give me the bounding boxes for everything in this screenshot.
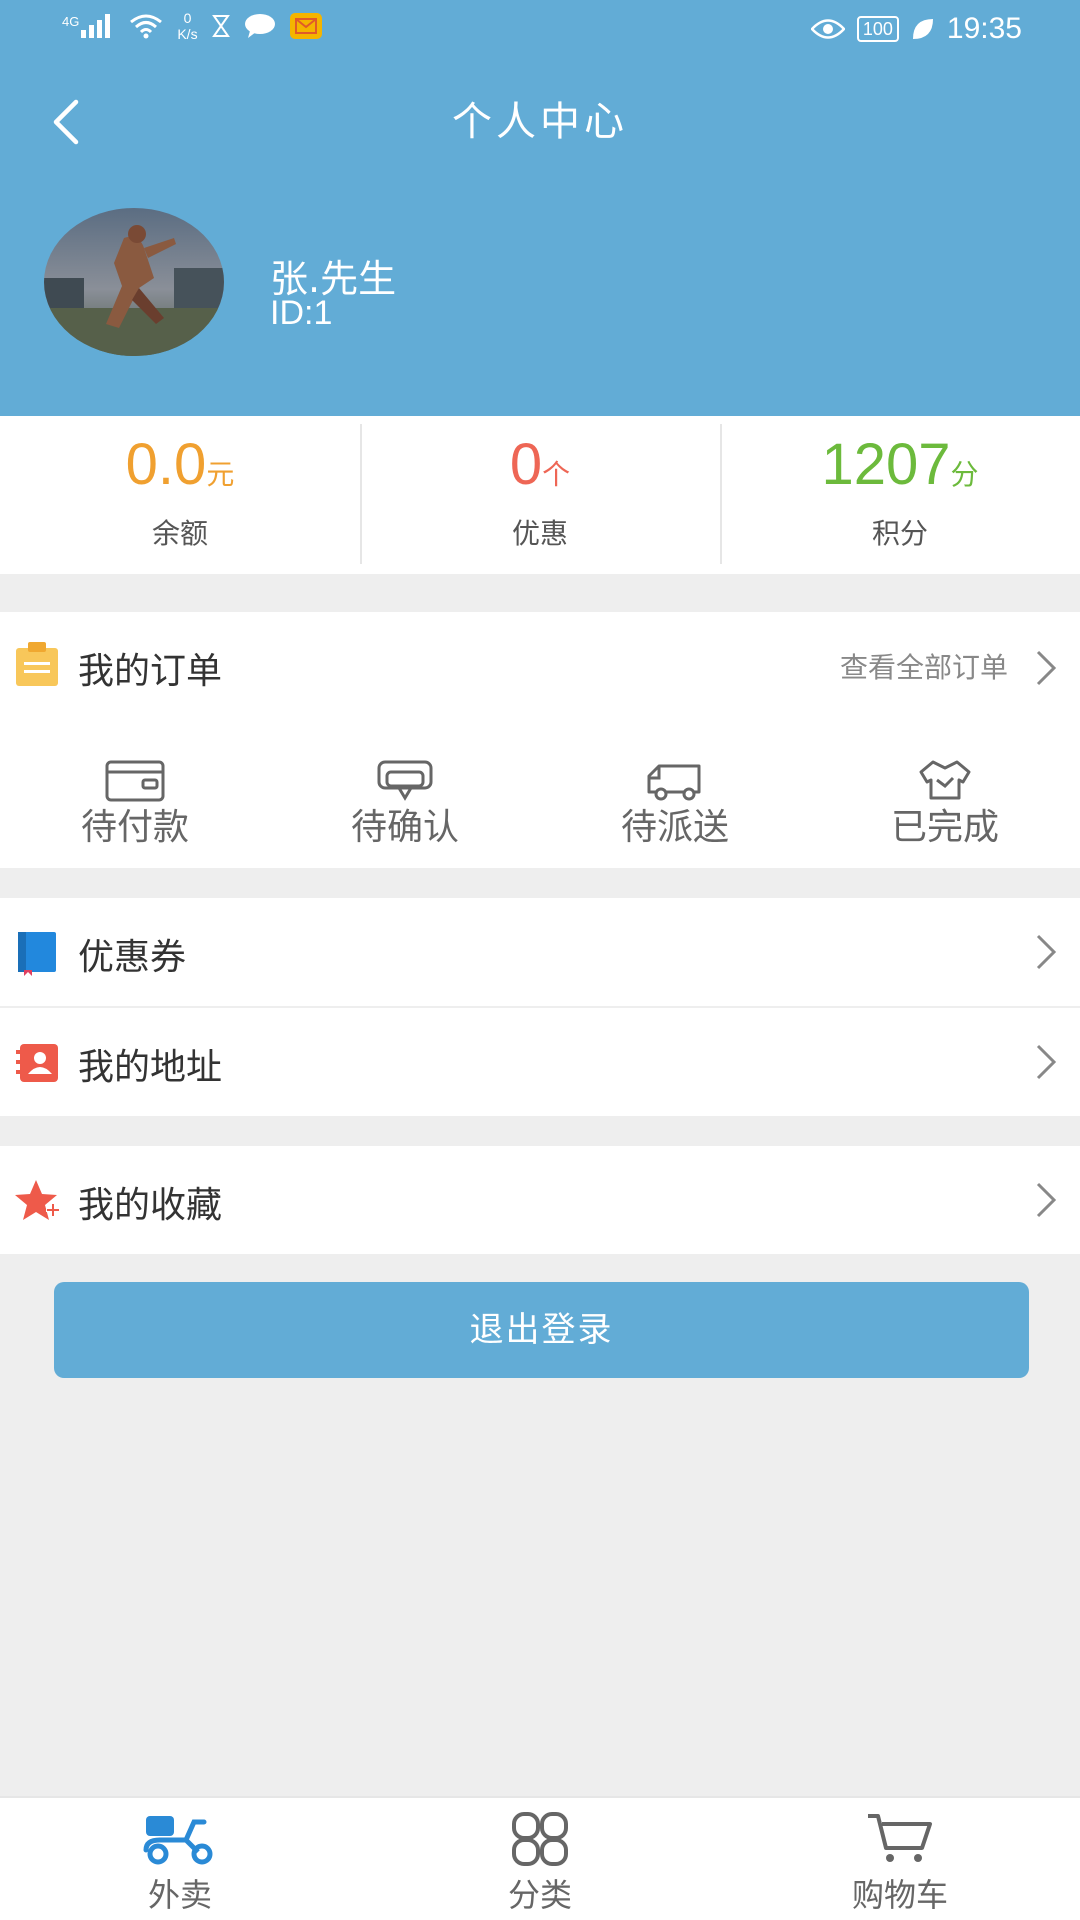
clipboard-icon bbox=[16, 642, 58, 686]
net-speed: 0 K/s bbox=[177, 10, 198, 42]
tab-label: 购物车 bbox=[851, 1876, 948, 1914]
my-orders-title: 我的订单 bbox=[78, 651, 223, 692]
battery-indicator: 100 bbox=[856, 16, 899, 42]
bottom-tab-bar: 外卖 分类 购物车 bbox=[0, 1796, 1080, 1920]
view-all-orders-link[interactable]: 查看全部订单 bbox=[840, 646, 1008, 686]
favorite-star-icon bbox=[15, 1180, 60, 1220]
favorites-title: 我的收藏 bbox=[78, 1185, 223, 1226]
avatar[interactable] bbox=[44, 208, 224, 356]
status-left: 4G 0 K/s bbox=[62, 10, 322, 42]
clock: 19:35 bbox=[946, 12, 1022, 45]
user-id: ID:1 bbox=[270, 294, 333, 332]
wifi-icon bbox=[130, 14, 163, 39]
order-tab-pending-delivery[interactable]: 待派送 bbox=[540, 758, 810, 850]
status-bar: 4G 0 K/s 100 19:35 bbox=[0, 0, 1080, 62]
eye-icon bbox=[810, 19, 845, 39]
points-value: 1207 bbox=[821, 432, 951, 497]
wallet-icon bbox=[105, 760, 165, 802]
order-status-tabs: 待付款 待确认 待派送 已完成 bbox=[0, 758, 1080, 850]
cart-icon bbox=[868, 1814, 932, 1862]
chevron-right-icon bbox=[1036, 934, 1057, 970]
coupons-title: 优惠券 bbox=[78, 937, 187, 978]
account-stats: 0.0元 余额 0个 优惠 1207分 积分 bbox=[0, 416, 1080, 574]
chevron-right-icon bbox=[1036, 1044, 1057, 1080]
order-tab-label: 待确认 bbox=[350, 807, 459, 848]
profile-header: 个人中心 张.先生 ID:1 bbox=[0, 62, 1080, 416]
coupon-count-label: 优惠 bbox=[511, 517, 568, 550]
signal-icon: 4G bbox=[62, 14, 115, 38]
my-orders-section: 我的订单 查看全部订单 待付款 待确认 待派送 已完成 bbox=[0, 612, 1080, 868]
stat-balance[interactable]: 0.0元 余额 bbox=[0, 416, 360, 574]
confirm-chat-icon bbox=[377, 760, 433, 801]
coupon-book-icon bbox=[18, 932, 56, 976]
order-tab-label: 已完成 bbox=[890, 807, 999, 848]
balance-unit: 元 bbox=[206, 459, 235, 490]
page-title: 个人中心 bbox=[452, 99, 628, 145]
stat-coupons[interactable]: 0个 优惠 bbox=[360, 416, 720, 574]
scooter-icon bbox=[143, 1816, 213, 1865]
completed-shirt-icon bbox=[919, 760, 971, 800]
menu-row-coupons[interactable]: 优惠券 bbox=[0, 898, 1080, 1006]
address-book-icon bbox=[16, 1044, 58, 1082]
balance-label: 余额 bbox=[151, 517, 208, 550]
hourglass-icon bbox=[211, 15, 230, 37]
tab-takeout[interactable]: 外卖 bbox=[0, 1798, 360, 1920]
tab-category[interactable]: 分类 bbox=[360, 1798, 720, 1920]
balance-value: 0.0 bbox=[125, 432, 207, 497]
category-icon bbox=[512, 1812, 568, 1866]
tab-cart[interactable]: 购物车 bbox=[720, 1798, 1080, 1920]
address-title: 我的地址 bbox=[78, 1047, 223, 1088]
menu-row-favorites[interactable]: 我的收藏 bbox=[0, 1146, 1080, 1254]
points-label: 积分 bbox=[871, 517, 928, 550]
coupon-count-unit: 个 bbox=[542, 459, 571, 490]
network-type: 4G bbox=[62, 14, 80, 29]
points-unit: 分 bbox=[950, 459, 979, 490]
stat-points[interactable]: 1207分 积分 bbox=[720, 416, 1080, 574]
menu-row-address[interactable]: 我的地址 bbox=[0, 1008, 1080, 1116]
order-tab-pending-payment[interactable]: 待付款 bbox=[0, 758, 270, 850]
order-tab-completed[interactable]: 已完成 bbox=[810, 758, 1080, 850]
order-tab-pending-confirm[interactable]: 待确认 bbox=[270, 758, 540, 850]
chevron-right-icon bbox=[1036, 1182, 1057, 1218]
message-icon bbox=[244, 14, 275, 38]
mail-icon bbox=[289, 13, 322, 39]
truck-icon bbox=[647, 764, 701, 801]
chevron-right-icon[interactable] bbox=[1032, 648, 1060, 688]
status-right: 100 19:35 bbox=[810, 12, 1022, 46]
tab-label: 分类 bbox=[507, 1876, 572, 1914]
logout-button[interactable]: 退出登录 bbox=[54, 1282, 1029, 1378]
order-tab-label: 待派送 bbox=[620, 807, 729, 848]
order-tab-label: 待付款 bbox=[80, 807, 189, 848]
tab-label: 外卖 bbox=[147, 1876, 212, 1914]
leaf-icon bbox=[912, 19, 933, 39]
coupon-count-value: 0 bbox=[509, 432, 543, 497]
